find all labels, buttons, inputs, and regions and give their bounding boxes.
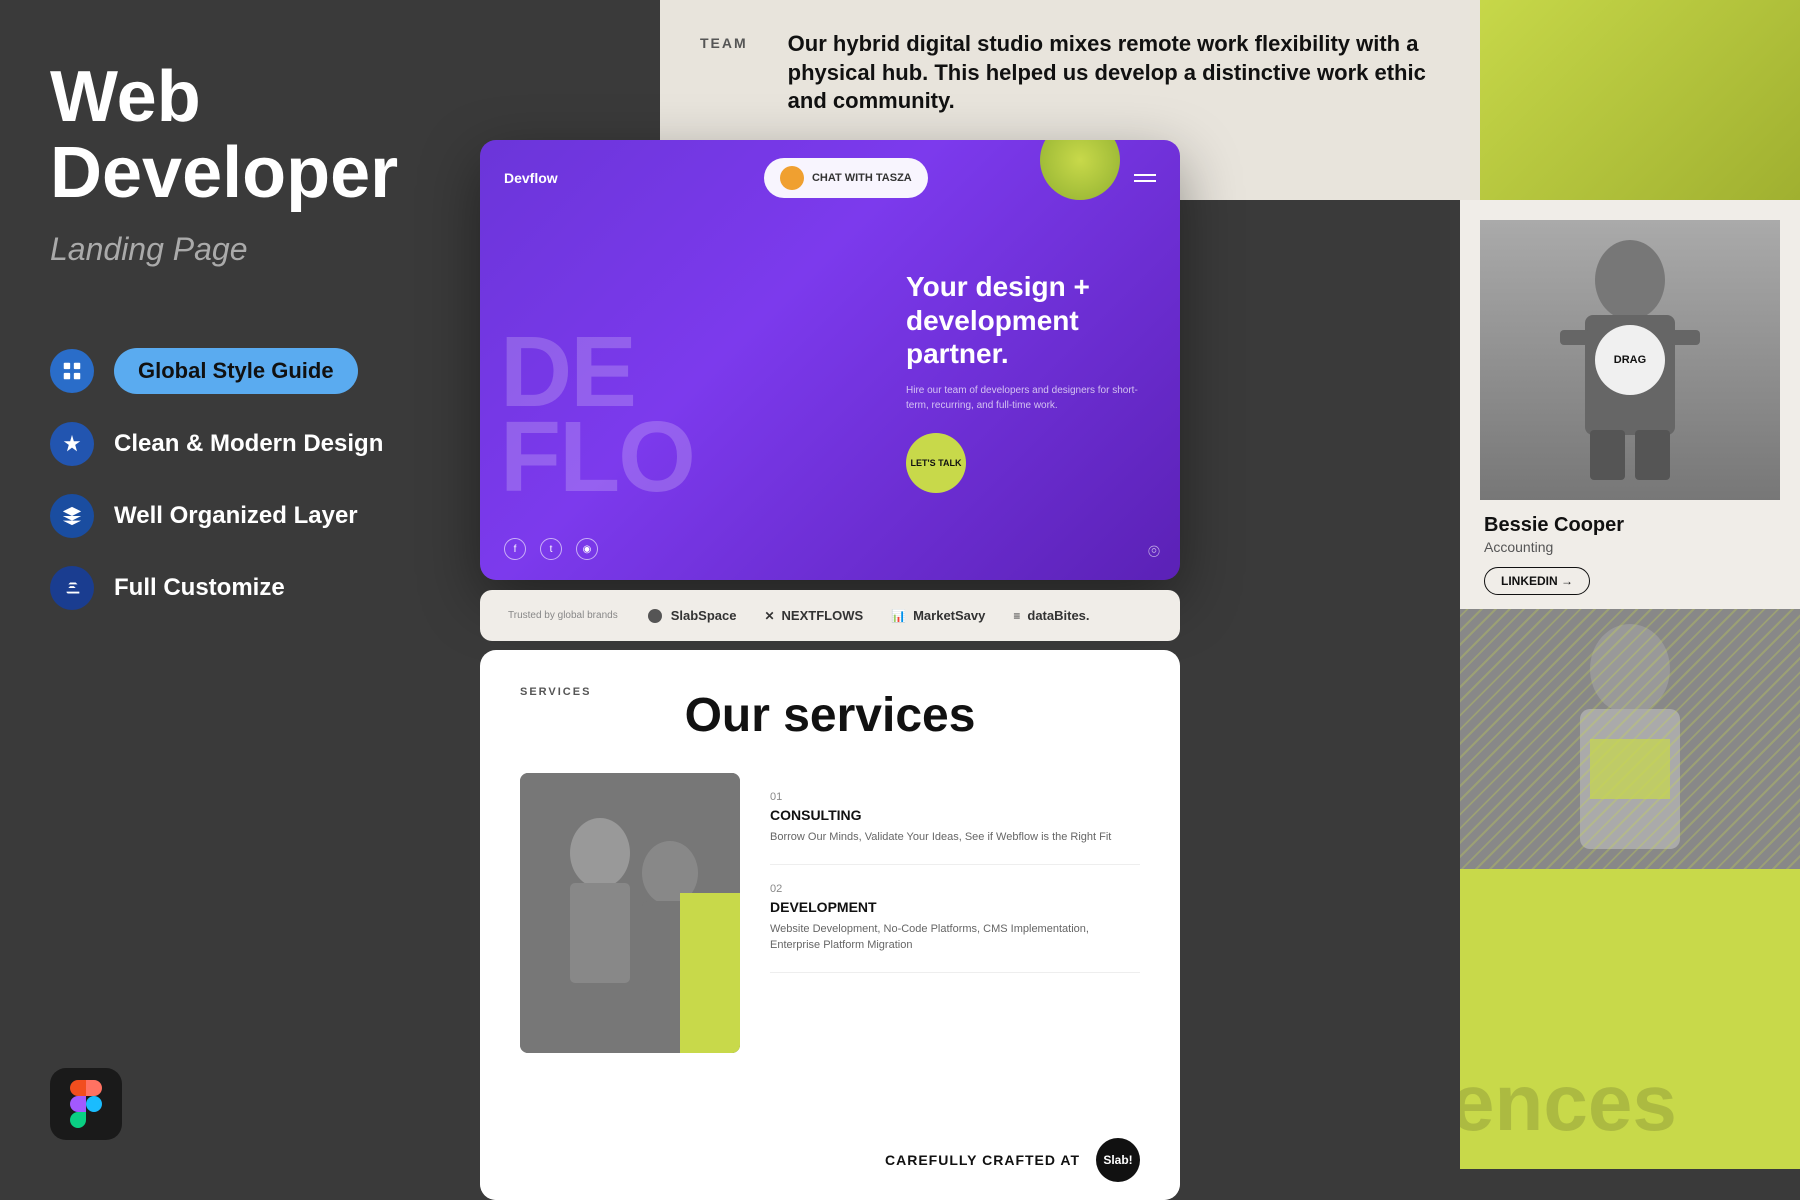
hero-logo: Devflow <box>504 170 558 186</box>
brands-bar: Trusted by global brands SlabSpace ✕ NEX… <box>480 590 1180 641</box>
hero-sub-text: Hire our team of developers and designer… <box>906 383 1156 413</box>
person-role: Accounting <box>1484 539 1776 555</box>
hero-headline: Your design + development partner. Hire … <box>906 270 1156 493</box>
drag-label: DRAG <box>1614 354 1646 366</box>
people-top-area <box>1460 0 1800 200</box>
services-title: Our services <box>520 688 1140 743</box>
feature-text-well-organized: Well Organized Layer <box>114 502 358 530</box>
people-bottom-section: ences <box>1460 869 1800 1169</box>
wave-icon: ⌾ <box>1148 541 1160 564</box>
mockup-area: TEAM Our hybrid digital studio mixes rem… <box>480 0 1460 1200</box>
brand-name-nextflows: NEXTFLOWS <box>782 608 864 623</box>
crop-icon <box>50 566 94 610</box>
team-description: Our hybrid digital studio mixes remote w… <box>788 30 1440 116</box>
person-name: Bessie Cooper <box>1484 514 1776 537</box>
avatar <box>780 166 804 190</box>
layers-icon <box>50 494 94 538</box>
hero-mockup: Devflow CHAT WITH TASZA DE FLO Your desi… <box>480 140 1180 580</box>
lets-talk-button[interactable]: LET'S TALK <box>906 433 966 493</box>
feature-item-clean-modern[interactable]: Clean & Modern Design <box>50 422 430 466</box>
hero-big-text: DE FLO <box>500 330 694 500</box>
service-desc-1: Borrow Our Minds, Validate Your Ideas, S… <box>770 829 1140 846</box>
cta-label: LET'S TALK <box>911 458 962 468</box>
instagram-icon[interactable]: ◉ <box>576 538 598 560</box>
twitter-icon[interactable]: t <box>540 538 562 560</box>
brand-databites: ≡ dataBites. <box>1013 608 1089 623</box>
person-photo-2 <box>1460 609 1800 869</box>
sparkle-icon <box>50 422 94 466</box>
people-panel: DRAG Bessie Cooper Accounting LINKEDIN → <box>1460 0 1800 1200</box>
crafted-bar: CAREFULLY CRAFTED AT Slab! <box>480 1120 1180 1200</box>
feature-item-well-organized[interactable]: Well Organized Layer <box>50 494 430 538</box>
feature-label-global-style: Global Style Guide <box>114 348 358 394</box>
brand-marketsavy: 📊 MarketSavy <box>891 608 985 623</box>
chat-button[interactable]: CHAT WITH TASZA <box>764 158 928 198</box>
ences-text: ences <box>1460 1057 1677 1149</box>
title-line2: Developer <box>50 133 398 213</box>
team-label: TEAM <box>700 30 748 51</box>
hamburger-menu[interactable] <box>1134 174 1156 182</box>
feature-text-global-style: Global Style Guide <box>138 358 334 383</box>
title-line1: Web <box>50 57 201 137</box>
brand-nextflows: ✕ NEXTFLOWS <box>764 608 863 623</box>
brand-name-marketsavy: MarketSavy <box>913 608 985 623</box>
slab-logo-text: Slab! <box>1103 1153 1132 1167</box>
person-card-1: DRAG Bessie Cooper Accounting LINKEDIN → <box>1460 200 1800 609</box>
crafted-text: CAREFULLY CRAFTED AT <box>885 1152 1080 1168</box>
features-list: Global Style Guide Clean & Modern Design… <box>50 348 430 610</box>
service-num-2: 02 <box>770 883 1140 895</box>
services-image <box>520 773 740 1053</box>
person-photo-bessie: DRAG <box>1480 220 1780 500</box>
services-section: SERVICES Our services <box>480 650 1180 1200</box>
hero-text-line2: FLO <box>500 415 694 500</box>
slab-logo: Slab! <box>1096 1138 1140 1182</box>
service-name-1: CONSULTING <box>770 807 1140 823</box>
feature-text-full-customize: Full Customize <box>114 574 285 602</box>
figma-icon <box>50 1068 122 1140</box>
services-image-overlay <box>680 893 740 1053</box>
grid-icon <box>50 349 94 393</box>
services-list: 01 CONSULTING Borrow Our Minds, Validate… <box>770 773 1140 1053</box>
linkedin-button[interactable]: LINKEDIN → <box>1484 567 1590 595</box>
service-num-1: 01 <box>770 791 1140 803</box>
yellow-grid-overlay <box>1460 609 1800 869</box>
service-desc-2: Website Development, No-Code Platforms, … <box>770 921 1140 954</box>
drag-circle[interactable]: DRAG <box>1595 325 1665 395</box>
brand-name-databites: dataBites. <box>1027 608 1089 623</box>
left-panel: Web Developer Landing Page Global Style … <box>0 0 480 1200</box>
feature-item-full-customize[interactable]: Full Customize <box>50 566 430 610</box>
brands-label: Trusted by global brands <box>508 610 618 621</box>
service-item-development: 02 DEVELOPMENT Website Development, No-C… <box>770 865 1140 973</box>
right-area: DRAG Bessie Cooper Accounting LINKEDIN → <box>480 0 1800 1200</box>
service-name-2: DEVELOPMENT <box>770 899 1140 915</box>
facebook-icon[interactable]: f <box>504 538 526 560</box>
services-content: 01 CONSULTING Borrow Our Minds, Validate… <box>520 773 1140 1053</box>
linkedin-label: LINKEDIN → <box>1501 574 1573 588</box>
feature-item-global-style[interactable]: Global Style Guide <box>50 348 430 394</box>
main-title: Web Developer <box>50 60 430 211</box>
service-item-consulting: 01 CONSULTING Borrow Our Minds, Validate… <box>770 773 1140 865</box>
feature-text-clean-modern: Clean & Modern Design <box>114 430 383 458</box>
brand-logos: SlabSpace ✕ NEXTFLOWS 📊 MarketSavy ≡ dat… <box>648 608 1152 623</box>
hero-headline-text: Your design + development partner. <box>906 270 1156 371</box>
hero-social: f t ◉ <box>504 538 598 560</box>
subtitle: Landing Page <box>50 231 430 268</box>
brand-name-slabspace: SlabSpace <box>671 608 737 623</box>
chat-label: CHAT WITH TASZA <box>812 172 912 184</box>
brand-slabspace: SlabSpace <box>648 608 737 623</box>
